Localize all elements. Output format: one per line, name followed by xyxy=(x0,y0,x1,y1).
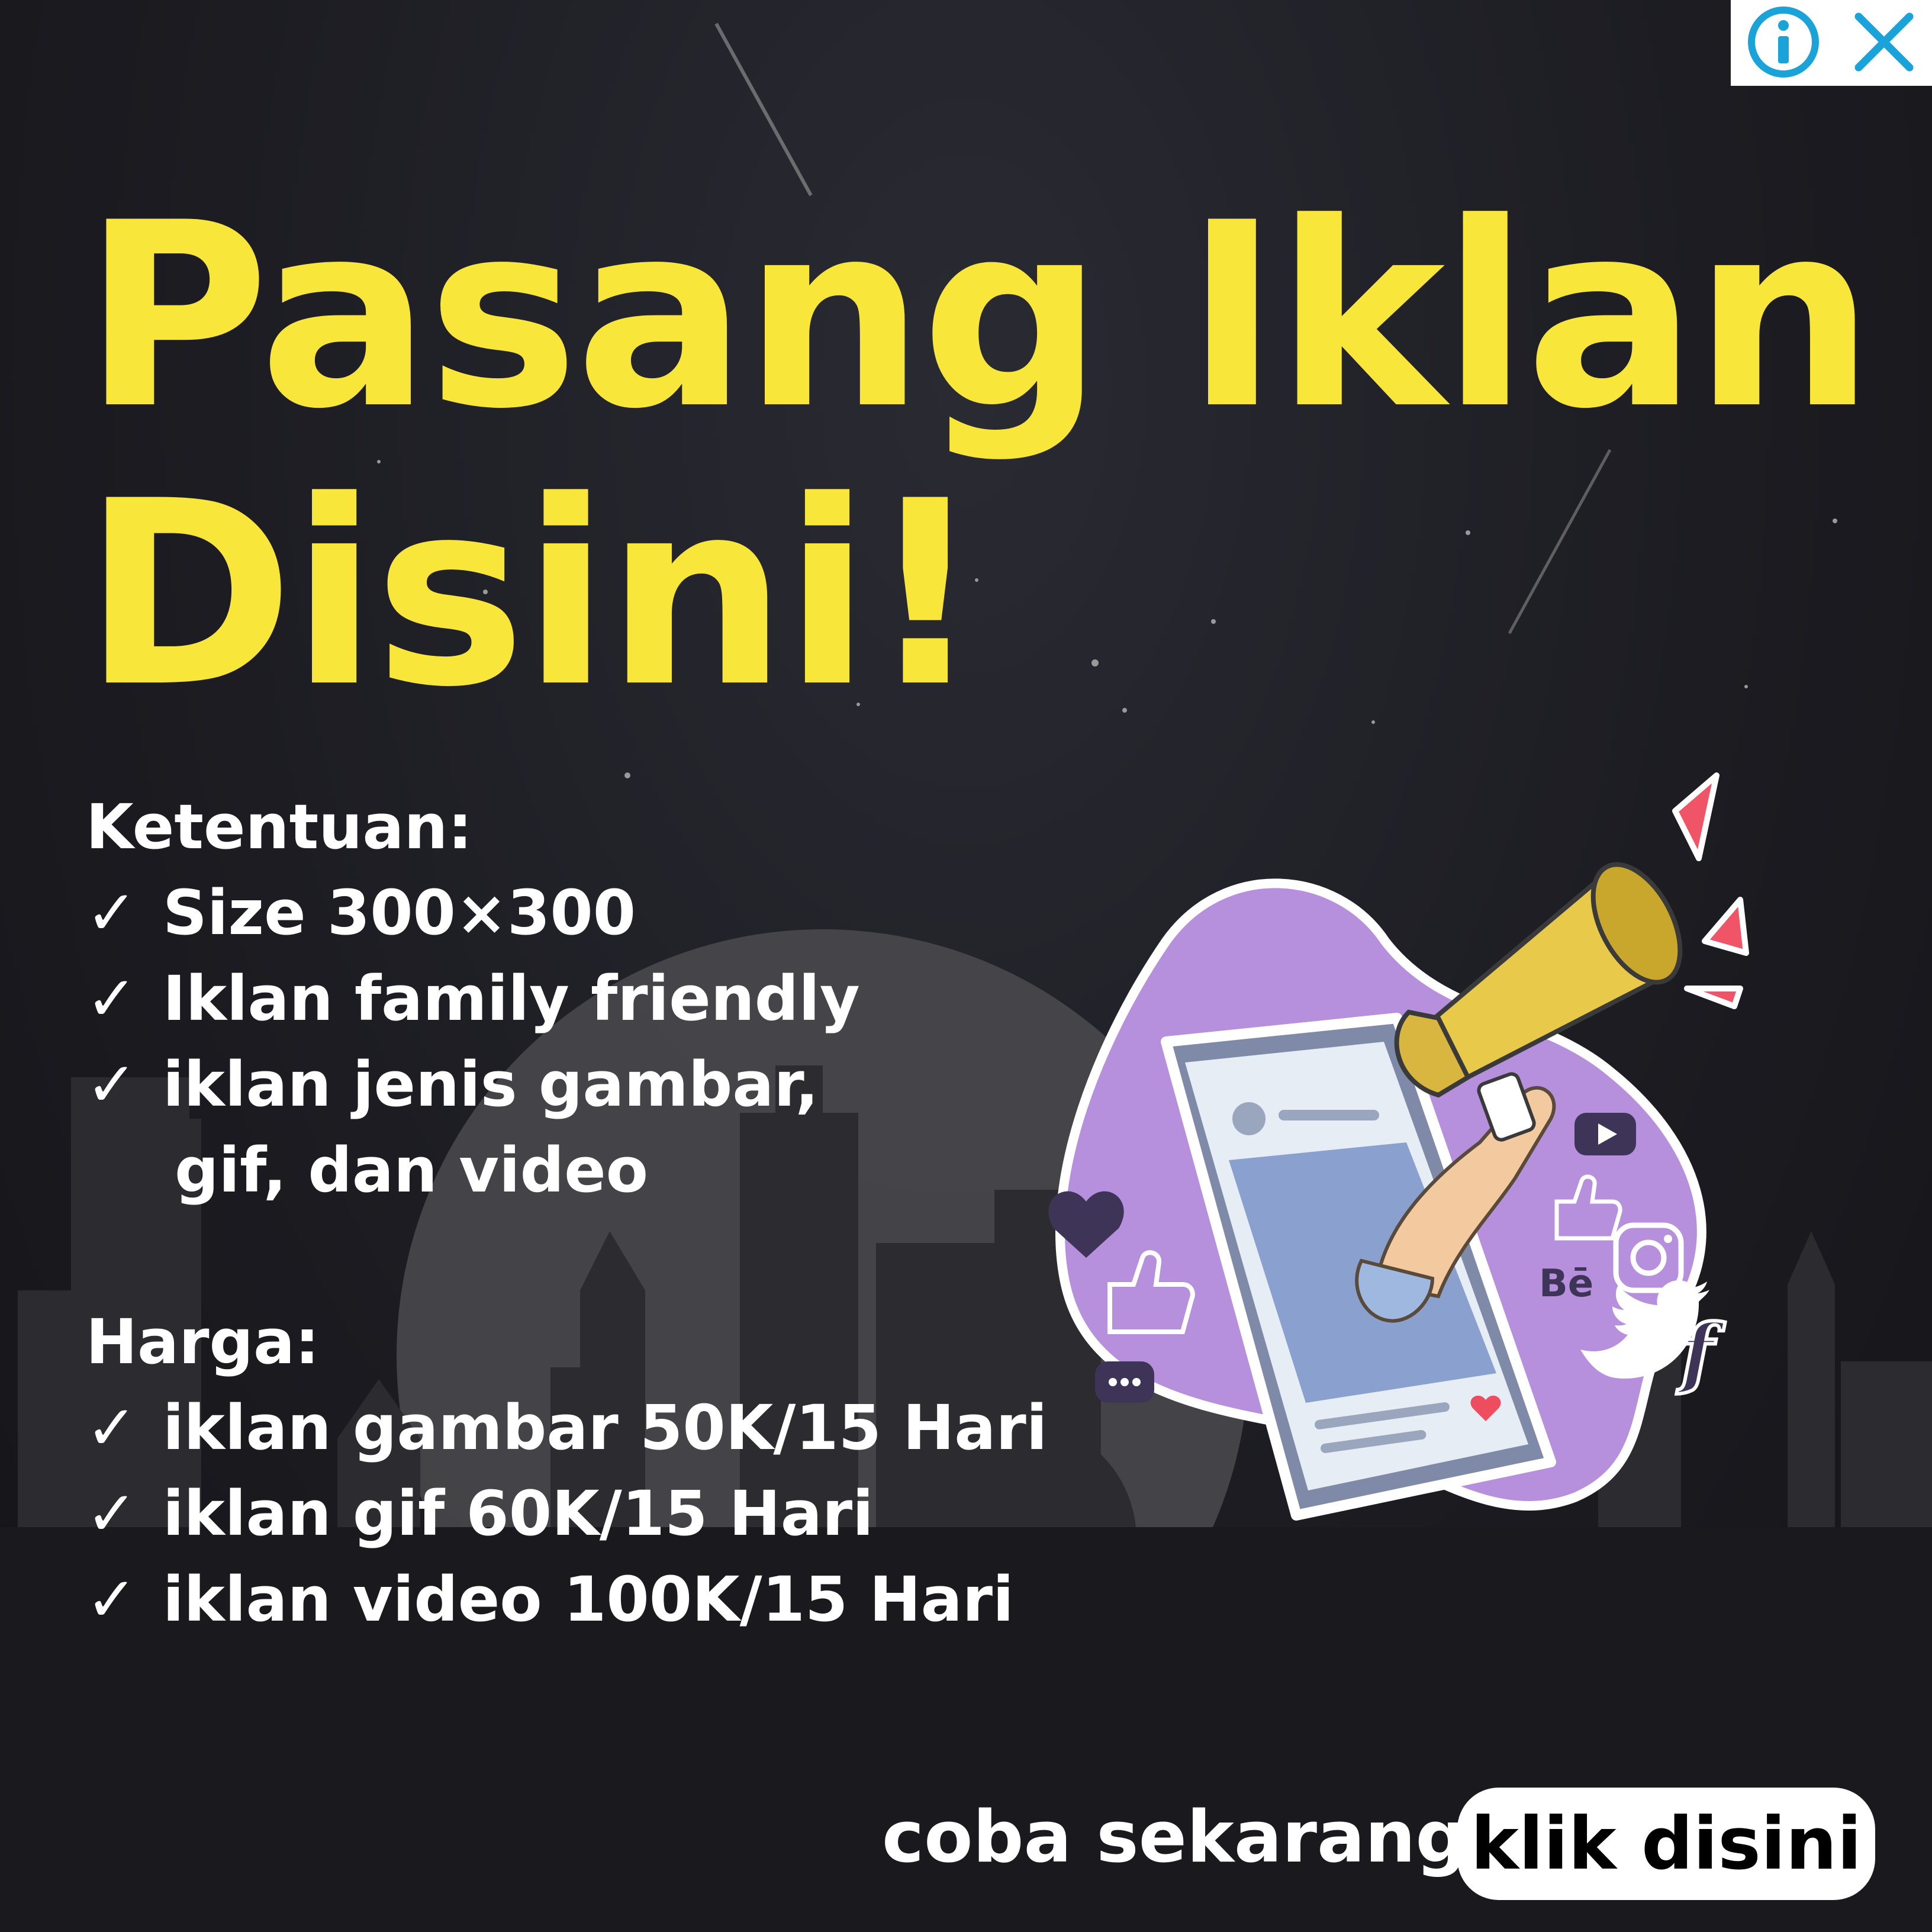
close-icon[interactable] xyxy=(1852,9,1917,77)
headline: Pasang Iklan Disini! xyxy=(83,169,1875,743)
info-icon[interactable] xyxy=(1747,5,1820,81)
price-item: ✓ iklan gif 60K/15 Hari xyxy=(86,1471,1047,1557)
rule-item: ✓ Iklan family friendly xyxy=(86,956,1047,1042)
rule-item: ✓ Size 300×300 xyxy=(86,870,1047,956)
rule-item-continuation: gif, dan video xyxy=(175,1134,649,1206)
rule-item: ✓ iklan jenis gambar, xyxy=(86,1042,1047,1128)
behance-icon: Bē xyxy=(1539,1262,1593,1306)
price-item: ✓ iklan gambar 50K/15 Hari xyxy=(86,1385,1047,1471)
price-item-label: iklan gif 60K/15 Hari xyxy=(163,1477,874,1550)
pricing-title: Harga: xyxy=(86,1306,320,1378)
click-here-button[interactable]: klik disini xyxy=(1457,1788,1875,1900)
youtube-icon xyxy=(1574,1113,1636,1155)
checkmark-icon: ✓ xyxy=(86,1392,138,1464)
checkmark-icon: ✓ xyxy=(86,877,138,949)
headline-line-1: Pasang Iklan xyxy=(83,169,1875,465)
checkmark-icon: ✓ xyxy=(86,962,138,1035)
chat-icon xyxy=(1095,1361,1154,1403)
cta-text: coba sekarang xyxy=(882,1796,1467,1879)
facebook-icon: f xyxy=(1676,1307,1725,1398)
rule-item-label: Size 300×300 xyxy=(163,877,636,949)
info-section: Ketentuan: ✓ Size 300×300 ✓ Iklan family f… xyxy=(86,784,1047,1643)
rule-item-label: iklan jenis gambar, xyxy=(163,1048,819,1120)
rules-title: Ketentuan: xyxy=(86,791,473,863)
adchoices-panel xyxy=(1731,0,1932,86)
headline-line-2: Disini! xyxy=(83,447,983,743)
ad-banner[interactable]: Pasang Iklan Disini! Ketentuan: ✓ Size 30… xyxy=(0,0,1932,1932)
price-item-label: iklan gambar 50K/15 Hari xyxy=(163,1392,1048,1464)
rule-item-label: Iklan family friendly xyxy=(163,962,860,1035)
phone-megaphone-illustration: Bē f xyxy=(1048,772,1749,1521)
checkmark-icon: ✓ xyxy=(86,1563,138,1635)
price-item: ✓ iklan video 100K/15 Hari xyxy=(86,1557,1047,1643)
price-item-label: iklan video 100K/15 Hari xyxy=(163,1563,1014,1635)
checkmark-icon: ✓ xyxy=(86,1048,138,1120)
attention-sparks xyxy=(1672,772,1749,1009)
checkmark-icon: ✓ xyxy=(86,1477,138,1550)
